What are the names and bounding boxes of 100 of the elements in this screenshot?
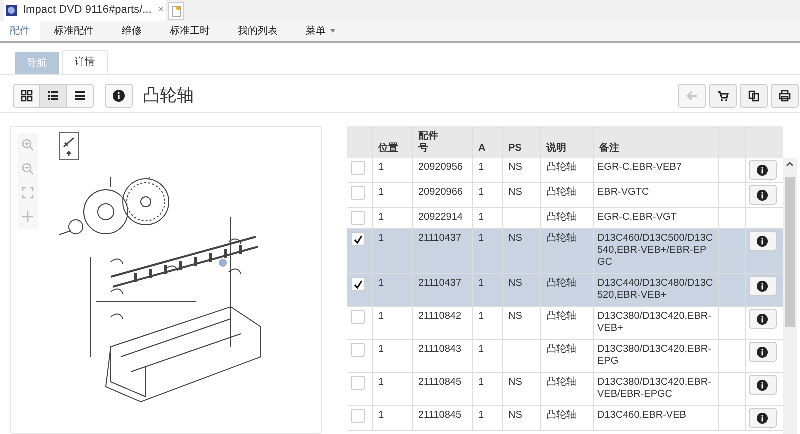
table-cell: 凸轮轴 [546, 311, 576, 322]
info-button[interactable] [748, 375, 776, 395]
column-header: 配件号 [418, 131, 440, 155]
subtab[interactable]: 详情 [62, 50, 108, 74]
info-icon [757, 412, 768, 424]
info-button[interactable] [748, 185, 776, 205]
column-header: 说明 [546, 143, 568, 155]
table-row[interactable]: 1 20920956 1 NS 凸轮轴 EGR-C,EBR-VEB7 [347, 158, 783, 182]
rows-icon [74, 90, 86, 102]
table-cell: 1 [478, 233, 484, 244]
checkbox[interactable] [351, 232, 365, 246]
scrollbar-thumb[interactable] [785, 177, 795, 327]
page-heading: 凸轮轴 [143, 84, 194, 107]
table-row[interactable]: 1 21110842 1 NS 凸轮轴 D13C380/D13C420,EBR-VEB+ [347, 306, 783, 340]
checkbox[interactable] [351, 277, 365, 291]
table-cell: D13C380/D13C420,EBR-VEB+ [598, 311, 712, 334]
copy-icon [748, 90, 760, 102]
table-cell: 1 [478, 162, 484, 173]
column-header: PS [508, 143, 523, 155]
table-cell: 21110437 [418, 278, 462, 289]
checkbox[interactable] [351, 343, 365, 357]
checkbox[interactable] [351, 310, 365, 324]
table-row[interactable]: 1 20922914 1 凸轮轴 EGR-C,EBR-VGT [347, 208, 783, 228]
view-toggle-button[interactable] [13, 84, 40, 108]
copy-button[interactable] [740, 84, 768, 108]
note-icon [172, 6, 181, 16]
table-cell: 1 [478, 278, 484, 289]
table-cell: 21110843 [418, 344, 462, 355]
table-cell: 21110437 [418, 233, 462, 244]
table-cell: 21110845 [418, 410, 462, 421]
info-button[interactable] [748, 231, 776, 251]
table-cell: 1 [478, 187, 484, 198]
table-cell: 1 [378, 162, 384, 173]
info-button[interactable] [748, 342, 776, 362]
table-row[interactable]: 1 21110843 1 凸轮轴 D13C380/D13C420,EBR-EPG [347, 340, 783, 372]
parts-thumbnail-button[interactable] [59, 132, 79, 160]
checkbox[interactable] [351, 211, 365, 225]
column-header: 备注 [600, 143, 620, 155]
table-cell: EBR-VGTC [598, 187, 650, 198]
info-button[interactable] [105, 84, 133, 108]
table-cell: 21110845 [418, 377, 462, 388]
info-button[interactable] [748, 276, 776, 296]
table-cell: EGR-C,EBR-VGT [598, 212, 677, 223]
table-cell: D13C460/D13C500/D13C540,EBR-VEB+/EBR-EPGC [598, 233, 714, 268]
checkbox[interactable] [351, 161, 365, 175]
table-row[interactable]: 1 21110437 1 NS 凸轮轴 D13C440/D13C480/D13C520,EBR-VEB+ [347, 274, 783, 306]
table-cell: 凸轮轴 [546, 162, 576, 173]
table-cell: 20920956 [418, 162, 463, 173]
tab-title: Impact DVD 9116#parts/... [23, 3, 152, 18]
table-cell: 凸轮轴 [546, 344, 576, 355]
chevron-up-icon [786, 161, 794, 167]
menu-tab[interactable]: 菜单 [292, 21, 350, 41]
table-cell: 1 [378, 377, 384, 388]
print-button[interactable] [771, 84, 799, 108]
table-row[interactable]: 1 20920966 1 NS 凸轮轴 EBR-VGTC [347, 182, 783, 208]
info-icon [757, 346, 768, 358]
table-row[interactable]: 1 21110845 1 NS 凸轮轴 D13C460,EBR-VEB [347, 406, 783, 430]
column-header: A [478, 143, 487, 155]
info-icon [757, 380, 768, 390]
menu-tab[interactable]: 标准工时 [156, 21, 224, 41]
table-cell: D13C440/D13C480/D13C520,EBR-VEB+ [598, 278, 714, 301]
table-cell: NS [508, 311, 522, 322]
table-cell: 1 [478, 344, 484, 355]
expand-icon [22, 187, 34, 199]
checkbox[interactable] [351, 376, 365, 390]
info-icon [113, 90, 125, 102]
table-cell: NS [508, 187, 522, 198]
menu-tab[interactable]: 配件 [0, 21, 40, 41]
view-toggle-button[interactable] [40, 84, 67, 108]
table-cell: 凸轮轴 [546, 377, 576, 388]
page-icon [6, 5, 17, 16]
table-cell: EGR-C,EBR-VEB7 [598, 162, 682, 173]
table-cell: 1 [378, 212, 384, 223]
checkbox[interactable] [351, 186, 365, 200]
table-cell: 凸轮轴 [546, 410, 576, 421]
scrollbar[interactable] [783, 158, 797, 434]
info-button[interactable] [748, 309, 776, 329]
table-cell: 1 [378, 410, 384, 421]
menu-tab[interactable]: 维修 [108, 21, 156, 41]
info-button[interactable] [748, 408, 776, 428]
info-icon [757, 190, 768, 200]
table-cell: NS [508, 377, 522, 388]
table-cell: 1 [478, 212, 484, 223]
table-cell: 1 [378, 344, 384, 355]
table-cell: 1 [478, 410, 484, 421]
column-header: 位置 [378, 143, 400, 155]
view-toggle-button[interactable] [67, 84, 94, 108]
checkbox[interactable] [351, 409, 365, 423]
table-cell: NS [508, 233, 522, 244]
table-cell: 凸轮轴 [546, 278, 576, 289]
cart-button[interactable] [709, 84, 737, 108]
menu-tab[interactable]: 我的列表 [224, 21, 292, 41]
browser-tab[interactable]: Impact DVD 9116#parts/... × [4, 0, 166, 21]
menu-tab[interactable]: 标准配件 [40, 21, 108, 41]
table-cell: NS [508, 162, 522, 173]
table-cell: NS [508, 278, 522, 289]
info-button[interactable] [748, 160, 776, 180]
table-cell: 21110842 [418, 311, 462, 322]
table-row[interactable]: 1 21110845 1 NS 凸轮轴 D13C380/D13C420,EBR-VEB/EBR-EPGC [347, 372, 783, 406]
table-row[interactable]: 1 21110437 1 NS 凸轮轴 D13C460/D13C500/D13C540,EBR-VEB+/EBR-EPGC [347, 228, 783, 274]
